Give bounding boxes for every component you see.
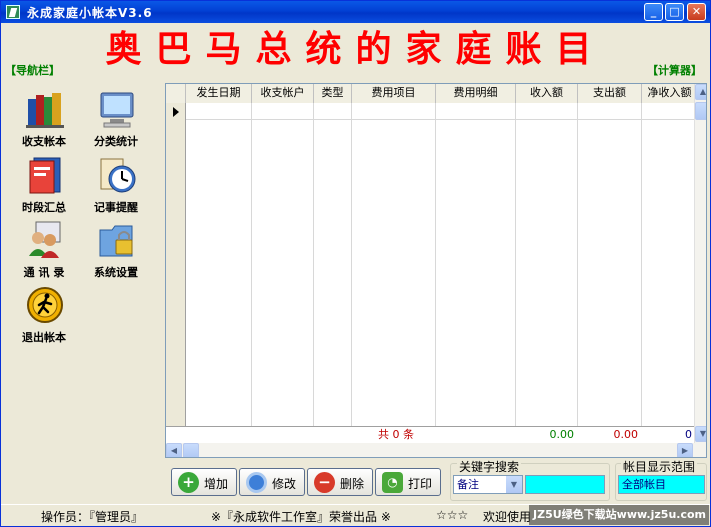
edit-button-label: 修改 (272, 477, 297, 491)
scroll-left-button[interactable]: ◀ (166, 443, 182, 457)
status-operator: 操作员：『管理员』 (41, 510, 144, 524)
computer-icon (100, 92, 134, 128)
print-button-label: 打印 (408, 477, 433, 491)
nav-item-label: 系统设置 (94, 266, 138, 279)
column-header-expense-detail[interactable]: 费用明细 (436, 84, 516, 103)
column-header-income[interactable]: 收入额 (516, 84, 578, 103)
row-indicator-column (166, 103, 186, 427)
column-divider (435, 103, 436, 427)
column-header-net-income[interactable]: 净收入额 (642, 84, 698, 103)
nav-item-label: 时段汇总 (22, 201, 66, 214)
print-icon: ◔ (382, 472, 403, 493)
app-icon (6, 5, 20, 19)
status-credit: ※『永成软件工作室』荣誉出品 ※ (211, 510, 391, 524)
nav-item-exit[interactable]: 退出帐本 (9, 285, 79, 347)
vertical-scroll-thumb[interactable] (695, 102, 706, 120)
keyword-search-legend: 关键字搜索 (457, 458, 522, 475)
vertical-scrollbar[interactable]: ▲ ▼ (694, 84, 706, 443)
income-total: 0.00 (549, 428, 575, 441)
minus-icon: − (314, 472, 335, 493)
nav-item-label: 退出帐本 (22, 331, 66, 344)
column-divider (351, 103, 352, 427)
search-field-select[interactable]: 备注 ▼ (453, 475, 523, 494)
nav-item-label: 分类统计 (94, 135, 138, 148)
notebook-icon (29, 157, 61, 194)
calculator-button[interactable]: 【计算器】 (647, 62, 702, 78)
column-divider (515, 103, 516, 427)
scroll-down-button[interactable]: ▼ (695, 426, 706, 442)
scroll-right-button[interactable]: ▶ (677, 443, 693, 457)
display-range-select[interactable]: 全部帐目 (618, 475, 705, 494)
watermark: JZ5U绿色下载站www.jz5u.com (529, 505, 709, 525)
grid-corner (166, 84, 186, 103)
edit-ring-icon (246, 472, 267, 493)
ledger-grid[interactable]: 发生日期 收支帐户 类型 费用项目 费用明细 收入额 支出额 净收入额 共 0 … (165, 83, 707, 458)
add-button[interactable]: + 增加 (171, 468, 237, 496)
net-total: 0 (685, 428, 692, 441)
maximize-button[interactable]: □ (665, 3, 684, 21)
status-welcome: 欢迎使用 (483, 510, 532, 524)
chevron-down-icon[interactable]: ▼ (506, 476, 522, 493)
current-row-arrow-icon (173, 107, 179, 117)
title-bar[interactable]: 永成家庭小帐本V3.6 _ □ ✕ (1, 1, 710, 23)
status-stars: ☆☆☆ (436, 508, 469, 522)
record-count: 共 0 条 (378, 428, 414, 441)
column-header-expense[interactable]: 支出额 (578, 84, 642, 103)
nav-item-label: 记事提醒 (94, 201, 138, 214)
exit-icon (27, 287, 63, 323)
delete-button[interactable]: − 删除 (307, 468, 373, 496)
column-header-account[interactable]: 收支帐户 (252, 84, 314, 103)
column-divider (313, 103, 314, 427)
column-divider (577, 103, 578, 427)
window-title: 永成家庭小帐本V3.6 (27, 6, 153, 20)
lock-folder-icon (99, 225, 133, 257)
grid-footer: 共 0 条 0.00 0.00 0 (166, 426, 696, 443)
contacts-icon (29, 221, 61, 258)
column-header-date[interactable]: 发生日期 (186, 84, 252, 103)
table-row[interactable] (186, 119, 696, 120)
display-range-legend: 帐目显示范围 (621, 458, 698, 475)
delete-button-label: 删除 (340, 477, 365, 491)
print-button[interactable]: ◔ 打印 (375, 468, 441, 496)
nav-item-ledger[interactable]: 收支帐本 (9, 89, 79, 151)
column-header-expense-item[interactable]: 费用项目 (352, 84, 436, 103)
horizontal-scroll-thumb[interactable] (183, 443, 199, 457)
column-divider (251, 103, 252, 427)
nav-item-period-summary[interactable]: 时段汇总 (9, 155, 79, 217)
edit-button[interactable]: 修改 (239, 468, 305, 496)
add-button-label: 增加 (204, 477, 229, 491)
app-window: 永成家庭小帐本V3.6 _ □ ✕ 奥巴马总统的家庭账目 【导航栏】 【计算器】… (0, 0, 711, 527)
search-input[interactable] (525, 475, 605, 494)
grid-header: 发生日期 收支帐户 类型 费用项目 费用明细 收入额 支出额 净收入额 (166, 84, 698, 103)
nav-item-contacts[interactable]: 通 讯 录 (9, 220, 79, 282)
nav-item-category-stats[interactable]: 分类统计 (81, 89, 151, 151)
minimize-button[interactable]: _ (644, 3, 663, 21)
close-button[interactable]: ✕ (687, 3, 706, 21)
banner-title: 奥巴马总统的家庭账目 (105, 28, 606, 70)
clock-icon (100, 158, 136, 193)
books-icon (26, 93, 64, 128)
nav-item-settings[interactable]: 系统设置 (81, 220, 151, 282)
plus-icon: + (178, 472, 199, 493)
search-field-value: 备注 (457, 478, 479, 491)
nav-item-reminders[interactable]: 记事提醒 (81, 155, 151, 217)
column-header-type[interactable]: 类型 (314, 84, 352, 103)
nav-label: 【导航栏】 (5, 64, 60, 77)
nav-item-label: 通 讯 录 (23, 266, 65, 279)
horizontal-scrollbar[interactable]: ◀ ▶ (166, 443, 706, 457)
nav-item-label: 收支帐本 (22, 135, 66, 148)
column-divider (641, 103, 642, 427)
expense-total: 0.00 (613, 428, 639, 441)
scroll-up-button[interactable]: ▲ (695, 84, 706, 100)
